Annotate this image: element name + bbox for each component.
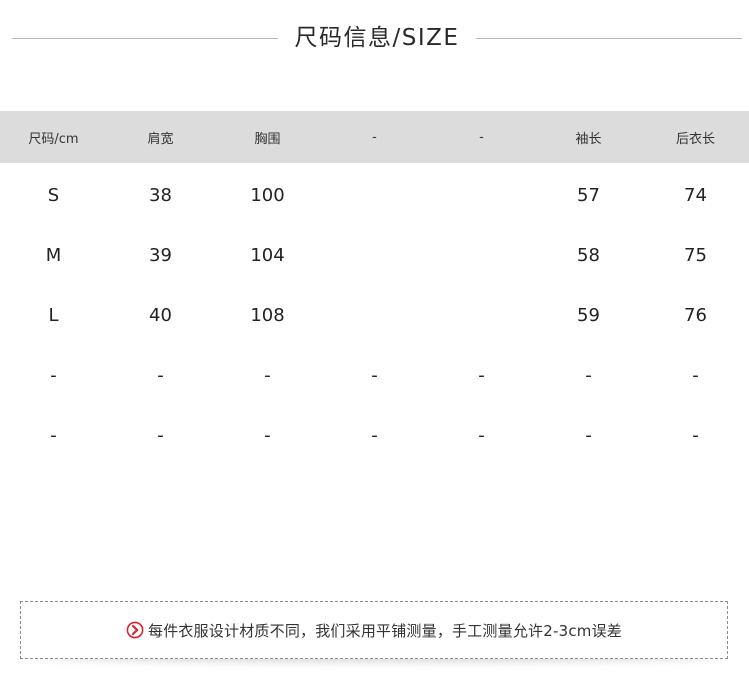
table-cell <box>428 285 535 345</box>
table-cell <box>321 163 428 225</box>
table-header-row: 尺码/cm 肩宽 胸围 - - 袖长 后衣长 <box>0 111 749 163</box>
header-chest: 胸围 <box>214 111 321 163</box>
table-cell: 40 <box>149 304 172 326</box>
page-title: 尺码信息/SIZE <box>294 25 460 51</box>
table-cell: L <box>48 304 59 326</box>
table-cell: - <box>264 364 271 386</box>
table-cell: 59 <box>577 304 600 326</box>
table-cell: 74 <box>684 184 707 206</box>
size-table: 尺码/cm 肩宽 胸围 - - 袖长 后衣长 S 38 100 57 74 M … <box>0 111 749 465</box>
table-cell: - <box>478 364 485 386</box>
header-blank-1: - <box>321 111 428 163</box>
table-cell: - <box>50 424 57 446</box>
table-cell: - <box>264 424 271 446</box>
table-cell: 76 <box>684 304 707 326</box>
table-cell <box>321 285 428 345</box>
table-row: M 39 104 58 75 <box>0 225 749 285</box>
title-divider-left <box>12 38 278 39</box>
header-sleeve: 袖长 <box>535 111 642 163</box>
chevron-right-circle-icon <box>126 621 144 639</box>
table-row: - - - - - - - <box>0 345 749 405</box>
header-blank-2: - <box>428 111 535 163</box>
header-shoulder: 肩宽 <box>107 111 214 163</box>
table-cell: 39 <box>149 244 172 266</box>
title-divider-right <box>476 38 742 39</box>
table-cell: - <box>478 424 485 446</box>
table-cell: 75 <box>684 244 707 266</box>
table-row: S 38 100 57 74 <box>0 163 749 225</box>
table-cell <box>428 225 535 285</box>
table-cell: - <box>50 364 57 386</box>
table-cell: 108 <box>250 304 285 326</box>
table-cell: - <box>692 424 699 446</box>
table-cell: - <box>157 364 164 386</box>
table-cell: 104 <box>250 244 285 266</box>
table-cell: - <box>157 424 164 446</box>
table-cell: 38 <box>149 184 172 206</box>
table-cell: - <box>585 424 592 446</box>
table-cell: M <box>45 244 62 266</box>
table-cell <box>428 163 535 225</box>
section-title: 尺码信息/SIZE <box>0 18 749 58</box>
table-cell <box>321 225 428 285</box>
table-cell: - <box>692 364 699 386</box>
table-cell: 58 <box>577 244 600 266</box>
table-cell: 100 <box>250 184 285 206</box>
table-cell: S <box>47 184 60 206</box>
table-cell: - <box>585 364 592 386</box>
table-cell: - <box>371 364 378 386</box>
header-size: 尺码/cm <box>0 111 107 163</box>
table-row: L 40 108 59 76 <box>0 285 749 345</box>
measurement-notice: 每件衣服设计材质不同，我们采用平铺测量，手工测量允许2-3cm误差 <box>20 601 728 659</box>
header-back-length: 后衣长 <box>642 111 749 163</box>
table-cell: 57 <box>577 184 600 206</box>
table-cell: - <box>371 424 378 446</box>
table-row: - - - - - - - <box>0 405 749 465</box>
notice-text: 每件衣服设计材质不同，我们采用平铺测量，手工测量允许2-3cm误差 <box>148 621 622 640</box>
